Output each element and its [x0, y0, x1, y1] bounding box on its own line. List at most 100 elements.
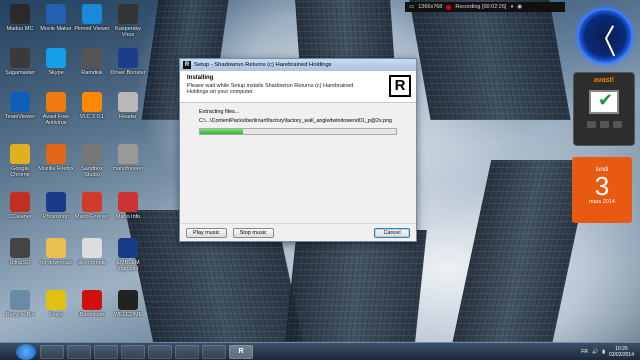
shadowrun-logo: R	[389, 75, 411, 97]
desktop-icon[interactable]: Sandbox Studio	[74, 144, 110, 178]
avast-buttons	[574, 121, 634, 128]
taskbar-item[interactable]	[94, 344, 118, 359]
desktop-icon-label: Driver Booster	[110, 70, 146, 76]
desktop-icon[interactable]: Madou MC	[2, 4, 38, 32]
desktop-icon[interactable]: Fraps	[38, 290, 74, 318]
desktop-icon[interactable]: for download	[38, 238, 74, 266]
app-icon	[118, 4, 138, 24]
desktop-icon-label: Sagamaster	[5, 70, 35, 76]
desktop-icon[interactable]: Kaspersky Virus	[110, 4, 146, 38]
desktop-icon[interactable]: UltraISO	[2, 238, 38, 266]
desktop-icon-label: TeamViewer	[4, 114, 36, 120]
desktop-icon-label: Movie Maker	[40, 26, 72, 32]
desktop-icon[interactable]: CCleaner	[2, 192, 38, 220]
app-icon	[118, 92, 138, 112]
desktop-icon[interactable]: Movie Maker	[38, 4, 74, 32]
start-button[interactable]	[16, 343, 36, 360]
taskbar-item[interactable]	[40, 344, 64, 359]
desktop-icon[interactable]: Sagamaster	[2, 48, 38, 76]
desktop-icon-label: Fraps	[48, 312, 64, 318]
window-titlebar[interactable]: R Setup - Shadowrun Returns (c) Harebrai…	[180, 59, 416, 71]
desktop-icon[interactable]: Photoshop	[38, 192, 74, 220]
tray-clock[interactable]: 10:26 03/03/2014	[609, 346, 634, 358]
desktop-icon[interactable]: Mozilla Firefox	[38, 144, 74, 172]
desktop-icon[interactable]: TeamViewer	[2, 92, 38, 120]
taskbar-item[interactable]	[202, 344, 226, 359]
app-icon	[46, 238, 66, 258]
desktop-icon[interactable]: Reader	[110, 92, 146, 120]
desktop-icon[interactable]: manoforever	[110, 144, 146, 172]
calendar-gadget: lundi 3 mars 2014	[572, 157, 632, 223]
app-icon	[118, 48, 138, 68]
desktop-icon[interactable]: Bandicam	[74, 290, 110, 318]
desktop-icon-label: des compte	[77, 260, 107, 266]
system-tray: FR 🔊 ▮ 10:26 03/03/2014	[581, 346, 640, 358]
building	[448, 160, 592, 360]
desktop-icon[interactable]: EMBLEM logo.psd	[110, 238, 146, 272]
desktop-icon[interactable]: Pinned Viewer	[74, 4, 110, 32]
desktop-icon-label: Reader	[118, 114, 138, 120]
building	[283, 230, 427, 360]
app-icon	[118, 290, 138, 310]
app-icon	[46, 4, 66, 24]
desktop-icon[interactable]: Skype	[38, 48, 74, 76]
desktop-icon-label: manoforever	[112, 166, 144, 172]
app-icon: R	[183, 61, 191, 69]
avast-logo: avast!	[593, 77, 615, 84]
desktop-icon-label: Kaspersky Virus	[115, 26, 141, 38]
app-icon	[46, 92, 66, 112]
app-icon	[118, 192, 138, 212]
recording-resolution: 1366x768	[418, 4, 443, 10]
installer-body: Extracting files... C:\...\ContentPacks\…	[180, 103, 416, 141]
desktop-icon-label: Mario Info	[115, 214, 141, 220]
desktop-icon[interactable]: Avast Free Antivirus	[38, 92, 74, 126]
app-icon	[46, 290, 66, 310]
taskbar-item[interactable]: R	[229, 344, 253, 359]
desktop-icon[interactable]: Ramdisk	[74, 48, 110, 76]
language-indicator[interactable]: FR	[581, 349, 588, 355]
desktop-icon[interactable]: WELCOME	[110, 290, 146, 318]
desktop-icon-label: Mozilla Firefox	[38, 166, 74, 172]
camera-icon[interactable]: ◉	[517, 4, 522, 10]
avast-shield-button[interactable]	[586, 121, 596, 128]
avast-scan-button[interactable]	[599, 121, 609, 128]
recording-bar[interactable]: ▭ 1366x768 Recording [00:02:26] ⏸ ◉	[405, 2, 565, 12]
avast-update-button[interactable]	[612, 121, 622, 128]
app-icon	[82, 238, 102, 258]
desktop-icon[interactable]: des compte	[74, 238, 110, 266]
app-icon	[82, 4, 102, 24]
desktop-icon-label: UltraISO	[9, 260, 31, 266]
desktop-icon[interactable]: Mario Forever	[74, 192, 110, 220]
desktop-icon[interactable]: Driver Booster	[110, 48, 146, 76]
taskbar-item[interactable]	[67, 344, 91, 359]
app-icon	[82, 92, 102, 112]
taskbar-item[interactable]	[148, 344, 172, 359]
desktop-icon[interactable]: Google Chrome	[2, 144, 38, 178]
desktop-icon-label: for download	[40, 260, 72, 266]
recording-status: Recording [00:02:26]	[455, 4, 507, 10]
stop-music-button[interactable]: Stop music	[232, 227, 274, 238]
pause-icon[interactable]: ⏸	[510, 4, 513, 11]
app-icon	[10, 192, 30, 212]
app-icon	[10, 238, 30, 258]
clock-gadget	[577, 8, 633, 64]
volume-icon[interactable]: 🔊	[592, 349, 598, 355]
app-icon	[10, 92, 30, 112]
calendar-date: 3	[594, 171, 610, 201]
taskbar-item[interactable]	[121, 344, 145, 359]
avast-gadget[interactable]: avast!	[573, 72, 635, 146]
app-icon	[82, 192, 102, 212]
desktop-icon-label: Sandbox Studio	[81, 166, 103, 178]
desktop-icon[interactable]: Mario Info	[110, 192, 146, 220]
install-status: Extracting files...	[199, 109, 240, 115]
calendar-month-year: mars 2014	[589, 199, 615, 205]
desktop-icon[interactable]: VLC 2.0.1	[74, 92, 110, 120]
cancel-button[interactable]: Cancel	[374, 227, 410, 238]
app-icon	[10, 48, 30, 68]
play-music-button[interactable]: Play music	[186, 227, 227, 238]
network-icon[interactable]: ▮	[602, 349, 605, 355]
building	[409, 0, 571, 120]
desktop-icon[interactable]: Recycle Bin	[2, 290, 38, 318]
taskbar-item[interactable]	[175, 344, 199, 359]
app-icon	[10, 290, 30, 310]
